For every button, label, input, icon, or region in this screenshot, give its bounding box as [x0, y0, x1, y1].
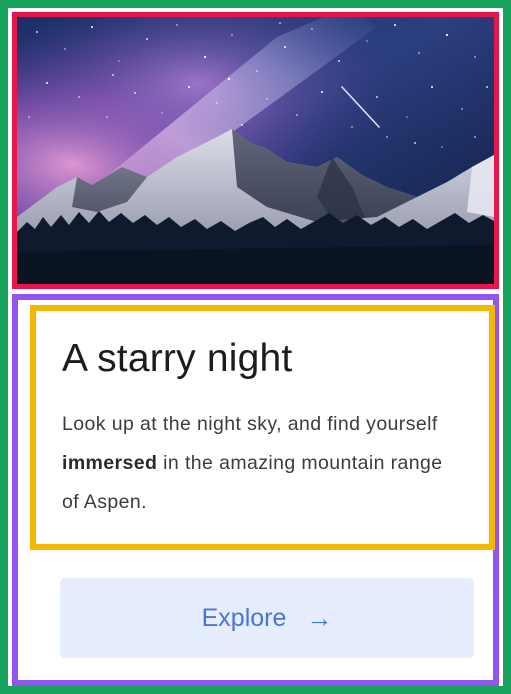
explore-button-label: Explore	[201, 603, 287, 632]
hero-photo-icon	[17, 17, 494, 284]
starry-night-card: A starry night Look up at the night sky,…	[0, 0, 511, 694]
description-text-before: Look up at the night sky, and find yours…	[62, 413, 438, 435]
hero-image	[12, 12, 499, 289]
card-text-block: A starry night Look up at the night sky,…	[30, 305, 495, 550]
arrow-right-icon: →	[306, 603, 333, 633]
explore-button[interactable]: Explore →	[60, 578, 474, 658]
card-title: A starry night	[62, 337, 293, 380]
description-emphasis: immersed	[62, 452, 158, 474]
card-description: Look up at the night sky, and find yours…	[62, 405, 463, 522]
card-content: A starry night Look up at the night sky,…	[12, 294, 499, 686]
